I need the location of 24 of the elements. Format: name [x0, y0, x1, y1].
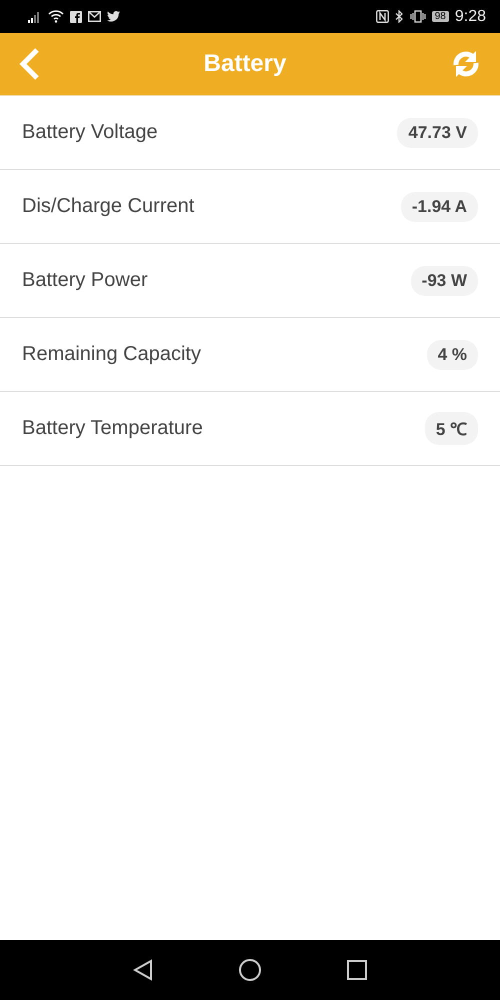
- wifi-icon: [48, 10, 64, 23]
- battery-level: 98: [432, 11, 449, 22]
- nfc-icon: [376, 10, 389, 23]
- metric-value: -93 W: [410, 266, 478, 296]
- metric-label: Dis/Charge Current: [22, 195, 194, 218]
- clock-time: 9:28: [454, 8, 486, 26]
- signal-icon: [28, 10, 42, 22]
- metric-label: Battery Voltage: [22, 121, 158, 144]
- bluetooth-icon: [394, 10, 404, 23]
- facebook-icon: [70, 10, 82, 22]
- metric-value: 47.73 V: [397, 118, 478, 148]
- metric-label: Battery Temperature: [22, 417, 203, 440]
- back-icon[interactable]: [133, 959, 153, 981]
- bird-icon: [107, 11, 120, 22]
- home-icon[interactable]: [238, 958, 262, 982]
- metric-value: -1.94 A: [400, 192, 478, 222]
- vibrate-icon: [410, 10, 426, 23]
- metric-value: 4 %: [426, 340, 478, 370]
- mail-icon: [88, 11, 101, 22]
- metric-label: Remaining Capacity: [22, 343, 201, 366]
- page-title: Battery: [204, 50, 286, 78]
- recents-icon[interactable]: [347, 960, 367, 980]
- metric-value: 5 ℃: [424, 412, 478, 445]
- metric-label: Battery Power: [22, 269, 148, 292]
